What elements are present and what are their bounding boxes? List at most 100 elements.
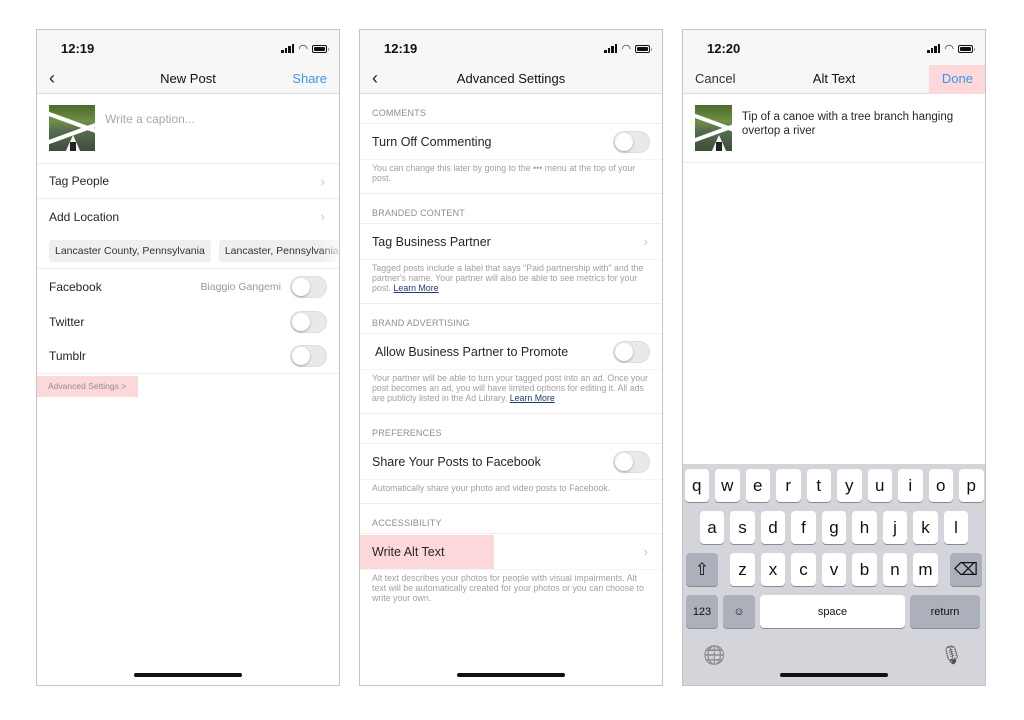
battery-icon bbox=[635, 44, 652, 53]
key-d[interactable]: d bbox=[760, 511, 786, 544]
key-y[interactable]: y bbox=[837, 469, 862, 502]
battery-icon bbox=[958, 44, 975, 53]
twitter-label: Twitter bbox=[49, 314, 85, 329]
advanced-settings-screen: 12:19 ◠ ‹ Advanced Settings COMMENTS Tur… bbox=[359, 29, 663, 686]
twitter-toggle[interactable] bbox=[290, 310, 327, 333]
add-location-row[interactable]: Add Location › bbox=[37, 199, 339, 234]
keyboard: qwertyuiop asdfghjkl ⇧ zxcvbnm ⌫ 123 ☺ s… bbox=[683, 464, 985, 685]
section-header-brand-advertising: BRAND ADVERTISING bbox=[360, 304, 662, 334]
setting-description: Your partner will be able to turn your t… bbox=[360, 370, 662, 414]
location-chip[interactable]: Lancaster County, Pennsylvania bbox=[49, 240, 211, 262]
setting-description: Automatically share your photo and video… bbox=[360, 480, 662, 504]
share-to-facebook-row: Share Your Posts to Facebook bbox=[360, 444, 662, 480]
add-location-label: Add Location bbox=[49, 209, 120, 224]
numbers-key[interactable]: 123 bbox=[686, 595, 718, 628]
key-g[interactable]: g bbox=[821, 511, 847, 544]
tag-people-row[interactable]: Tag People › bbox=[37, 164, 339, 199]
key-p[interactable]: p bbox=[959, 469, 984, 502]
key-t[interactable]: t bbox=[806, 469, 831, 502]
keyboard-row-2: asdfghjkl bbox=[683, 511, 985, 544]
setting-label: Allow Business Partner to Promote bbox=[375, 344, 569, 359]
key-b[interactable]: b bbox=[852, 553, 877, 586]
key-m[interactable]: m bbox=[913, 553, 938, 586]
key-f[interactable]: f bbox=[791, 511, 816, 544]
share-facebook-row: Facebook Biaggio Gangemi bbox=[37, 269, 339, 304]
key-e[interactable]: e bbox=[745, 469, 770, 502]
key-z[interactable]: z bbox=[730, 553, 755, 586]
key-v[interactable]: v bbox=[821, 553, 847, 586]
facebook-toggle[interactable] bbox=[290, 275, 327, 298]
key-n[interactable]: n bbox=[882, 553, 908, 586]
caption-input[interactable]: Write a caption... bbox=[105, 112, 195, 152]
page-title: Alt Text bbox=[812, 71, 856, 86]
key-h[interactable]: h bbox=[852, 511, 877, 544]
location-chip[interactable]: Lancaster, Pennsylvania bbox=[218, 240, 339, 262]
learn-more-link[interactable]: Learn More bbox=[510, 393, 555, 403]
status-bar: 12:19 ◠ bbox=[37, 30, 339, 65]
signal-icon bbox=[604, 44, 618, 53]
setting-description: You can change this later by going to th… bbox=[360, 160, 662, 194]
key-o[interactable]: o bbox=[928, 469, 953, 502]
status-time: 12:19 bbox=[384, 41, 418, 56]
share-button[interactable]: Share bbox=[292, 71, 327, 86]
status-time: 12:19 bbox=[61, 41, 95, 56]
key-q[interactable]: q bbox=[684, 469, 709, 502]
key-w[interactable]: w bbox=[715, 469, 740, 502]
space-key[interactable]: space bbox=[760, 595, 905, 628]
learn-more-link[interactable]: Learn More bbox=[394, 283, 439, 293]
key-k[interactable]: k bbox=[913, 511, 938, 544]
chevron-right-icon: › bbox=[643, 544, 648, 559]
key-c[interactable]: c bbox=[791, 553, 816, 586]
key-r[interactable]: r bbox=[776, 469, 801, 502]
advanced-settings-link[interactable]: Advanced Settings > bbox=[37, 376, 139, 397]
tumblr-toggle[interactable] bbox=[290, 345, 327, 367]
setting-description: Tagged posts include a label that says "… bbox=[360, 260, 662, 304]
key-i[interactable]: i bbox=[898, 469, 923, 502]
done-button[interactable]: Done bbox=[942, 71, 973, 86]
microphone-icon[interactable]: 🎙 bbox=[940, 645, 963, 666]
share-to-facebook-toggle[interactable] bbox=[613, 450, 650, 473]
nav-bar: ‹ Advanced Settings bbox=[360, 65, 662, 94]
section-header-comments: COMMENTS bbox=[360, 94, 662, 124]
emoji-key[interactable]: ☺ bbox=[723, 595, 755, 628]
status-bar: 12:19 ◠ bbox=[360, 30, 662, 65]
facebook-label: Facebook bbox=[49, 279, 102, 294]
status-bar: 12:20 ◠ bbox=[683, 30, 985, 65]
setting-label: Turn Off Commenting bbox=[372, 134, 492, 149]
new-post-screen: 12:19 ◠ ‹ New Post Share Write a caption… bbox=[36, 29, 340, 686]
key-u[interactable]: u bbox=[867, 469, 892, 502]
allow-partner-promote-toggle[interactable] bbox=[613, 340, 650, 363]
share-twitter-row: Twitter bbox=[37, 304, 339, 339]
setting-label: Tag Business Partner bbox=[372, 234, 491, 249]
return-key[interactable]: return bbox=[910, 595, 980, 628]
write-alt-text-row[interactable]: Write Alt Text › bbox=[360, 534, 662, 570]
chevron-right-icon: › bbox=[320, 209, 325, 224]
page-title: Advanced Settings bbox=[456, 71, 566, 86]
setting-description: Alt text describes your photos for peopl… bbox=[372, 573, 644, 603]
status-time: 12:20 bbox=[707, 41, 741, 56]
key-x[interactable]: x bbox=[760, 553, 786, 586]
turn-off-commenting-toggle[interactable] bbox=[613, 130, 650, 153]
key-l[interactable]: l bbox=[943, 511, 969, 544]
shift-key[interactable]: ⇧ bbox=[686, 553, 718, 586]
backspace-key[interactable]: ⌫ bbox=[950, 553, 982, 586]
signal-icon bbox=[927, 44, 941, 53]
caption-row: Write a caption... bbox=[37, 94, 339, 164]
turn-off-commenting-row: Turn Off Commenting bbox=[360, 124, 662, 160]
nav-bar: ‹ New Post Share bbox=[37, 65, 339, 94]
share-tumblr-row: Tumblr bbox=[37, 339, 339, 374]
globe-icon[interactable]: 🌐 bbox=[703, 645, 725, 666]
facebook-account: Biaggio Gangemi bbox=[200, 280, 281, 293]
nav-bar: Cancel Alt Text Done bbox=[683, 65, 985, 94]
alt-text-row: Tip of a canoe with a tree branch hangin… bbox=[683, 94, 985, 163]
alt-text-input[interactable]: Tip of a canoe with a tree branch hangin… bbox=[742, 111, 973, 151]
battery-icon bbox=[312, 44, 329, 53]
allow-partner-promote-row: Allow Business Partner to Promote bbox=[360, 334, 662, 370]
key-j[interactable]: j bbox=[882, 511, 908, 544]
home-indicator bbox=[780, 673, 888, 677]
wifi-icon: ◠ bbox=[298, 43, 308, 55]
tag-business-partner-row[interactable]: Tag Business Partner › bbox=[360, 224, 662, 260]
alt-text-screen: 12:20 ◠ Cancel Alt Text Done Tip of a ca… bbox=[682, 29, 986, 686]
key-s[interactable]: s bbox=[730, 511, 755, 544]
key-a[interactable]: a bbox=[699, 511, 725, 544]
